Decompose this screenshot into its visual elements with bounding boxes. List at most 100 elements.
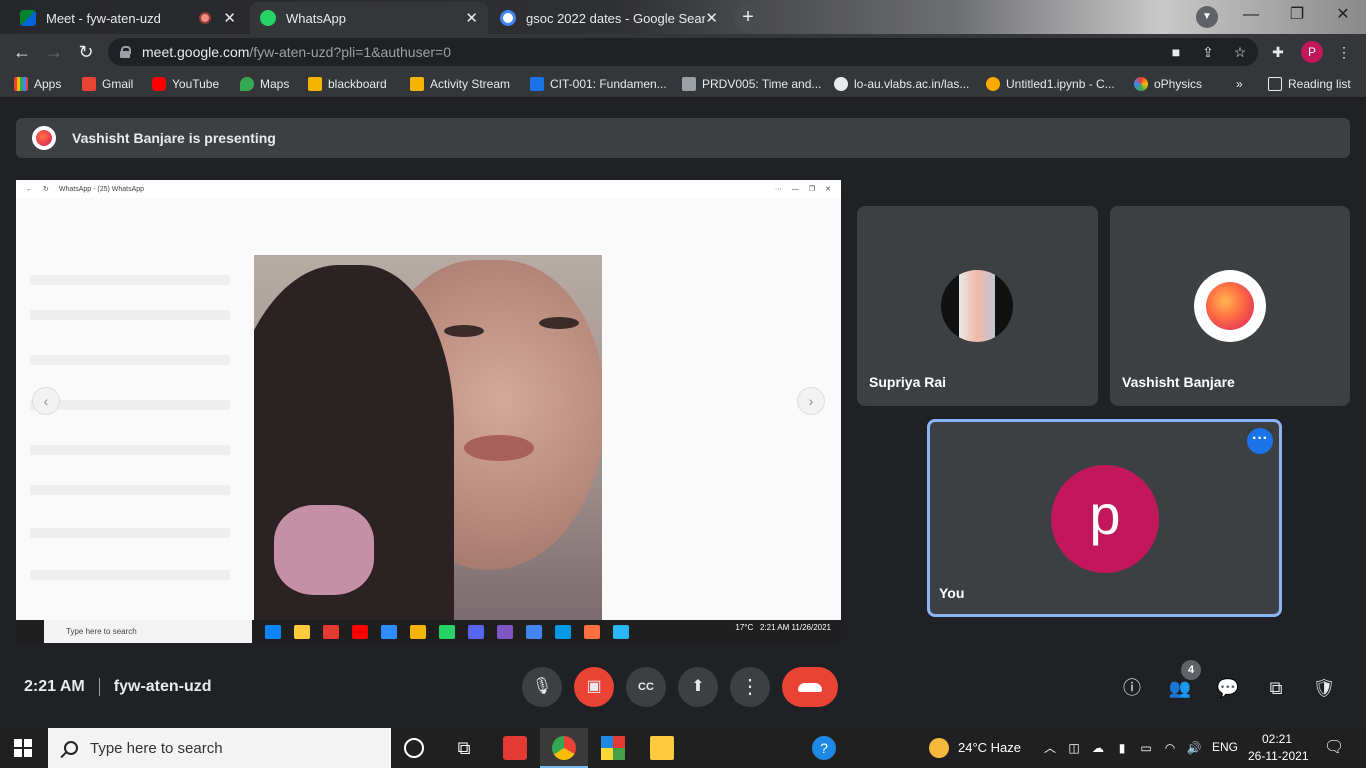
- bookmark-activity-stream[interactable]: Activity Stream: [410, 75, 510, 93]
- share-icon[interactable]: ⇪: [1198, 42, 1218, 62]
- meeting-info-icon[interactable]: ⓘ: [1120, 676, 1144, 700]
- participant-tile-you[interactable]: ··· p You: [927, 419, 1282, 617]
- reload-icon[interactable]: ↻: [74, 40, 98, 64]
- lion-logo-icon: [1206, 282, 1254, 330]
- reading-list-icon: [1268, 77, 1282, 91]
- divider: [98, 678, 100, 696]
- shared-screen[interactable]: ← ↻ WhatsApp - (25) WhatsApp ··· — ❐ ✕ ‹…: [16, 180, 841, 643]
- close-icon: ✕: [825, 186, 831, 193]
- chat-icon[interactable]: 💬: [1216, 676, 1240, 700]
- participant-tile-supriya[interactable]: Supriya Rai: [857, 206, 1098, 406]
- camera-off-button[interactable]: ▣: [574, 667, 614, 707]
- chevron-up-icon[interactable]: ︿: [1042, 740, 1058, 756]
- close-tab-icon[interactable]: ✕: [223, 9, 236, 27]
- more-options-icon[interactable]: ···: [1247, 428, 1273, 454]
- captions-icon: CC: [638, 681, 654, 693]
- bookmark-prdv005[interactable]: PRDV005: Time and...: [682, 75, 821, 93]
- maps-icon: [240, 77, 254, 91]
- avatar: [1194, 270, 1266, 342]
- faded-chat-row: [30, 275, 230, 285]
- help-icon[interactable]: ?: [812, 736, 836, 760]
- address-bar[interactable]: meet.google.com /fyw-aten-uzd?pli=1&auth…: [108, 38, 1258, 66]
- app-icon: [497, 624, 513, 639]
- close-tab-icon[interactable]: ✕: [465, 9, 478, 27]
- cortana-icon[interactable]: [404, 738, 424, 758]
- minimize-button[interactable]: —: [1228, 0, 1274, 32]
- wifi-icon[interactable]: ◠: [1162, 740, 1178, 756]
- participant-name: You: [939, 585, 965, 601]
- refresh-icon: ↻: [43, 186, 49, 193]
- bookmark-apps[interactable]: Apps: [14, 75, 61, 93]
- bookmark-gmail[interactable]: Gmail: [82, 75, 133, 93]
- ophysics-icon: [1134, 77, 1148, 91]
- weather-text[interactable]: 24°C Haze: [958, 740, 1021, 755]
- task-view-icon[interactable]: ⧉: [452, 736, 476, 760]
- microphone-tray-icon[interactable]: ▮: [1114, 740, 1130, 756]
- profile-avatar[interactable]: P: [1301, 41, 1323, 63]
- participant-name: Supriya Rai: [869, 374, 947, 390]
- bookmark-vlabs[interactable]: lo-au.vlabs.ac.in/las...: [834, 75, 969, 93]
- help-icon: [613, 624, 629, 639]
- tab-whatsapp[interactable]: WhatsApp ✕: [250, 2, 488, 34]
- windows-start-icon[interactable]: [14, 739, 32, 757]
- clock-date[interactable]: 26-11-2021: [1248, 749, 1309, 763]
- bookmarks-overflow-button[interactable]: »: [1236, 75, 1243, 93]
- close-window-button[interactable]: ✕: [1320, 0, 1366, 32]
- file-explorer-icon[interactable]: [650, 736, 674, 760]
- host-controls-icon[interactable]: 🛡: [1312, 676, 1336, 700]
- lock-icon[interactable]: [120, 46, 131, 58]
- cloud-icon[interactable]: ☁: [1090, 740, 1106, 756]
- bookmark-ophysics[interactable]: oPhysics: [1134, 75, 1202, 93]
- menu-kebab-icon[interactable]: ⋮: [1334, 42, 1354, 62]
- bookmark-star-icon[interactable]: ☆: [1230, 42, 1250, 62]
- leave-call-button[interactable]: [782, 667, 838, 707]
- volume-icon[interactable]: 🔊: [1186, 740, 1202, 756]
- colab-icon: [986, 77, 1000, 91]
- back-arrow-icon[interactable]: ←: [10, 40, 34, 64]
- more-options-button[interactable]: ⋮: [730, 667, 770, 707]
- weather-icon[interactable]: [929, 738, 949, 758]
- meeting-time: 2:21 AM: [24, 678, 85, 695]
- bookmarks-bar: Apps Gmail YouTube Maps blackboard Activ…: [0, 70, 1366, 98]
- tab-meet[interactable]: Meet - fyw-aten-uzd ✕: [10, 2, 246, 34]
- search-icon: [64, 741, 78, 755]
- forward-arrow-icon[interactable]: →: [42, 40, 66, 64]
- app-grid-icon[interactable]: [601, 736, 625, 760]
- tab-search-icon[interactable]: ▼: [1196, 6, 1218, 28]
- language-indicator[interactable]: ENG: [1212, 740, 1238, 754]
- bookmark-cit001[interactable]: CIT-001: Fundamen...: [530, 75, 667, 93]
- chrome-icon[interactable]: [552, 736, 576, 760]
- new-tab-button[interactable]: +: [734, 4, 762, 32]
- windows-taskbar: Type here to search ⧉ ? 24°C Haze ︿ ◫ ☁ …: [0, 728, 1366, 768]
- clock-time[interactable]: 02:21: [1262, 732, 1292, 746]
- taskbar-search-box[interactable]: Type here to search: [48, 728, 391, 768]
- shared-photo: [254, 255, 602, 620]
- bookmark-blackboard[interactable]: blackboard: [308, 75, 387, 93]
- present-now-button[interactable]: ⬆: [678, 667, 718, 707]
- shared-tray-time: 2:21 AM: [759, 623, 790, 632]
- bookmark-maps[interactable]: Maps: [240, 75, 289, 93]
- microphone-button[interactable]: 🎙: [522, 667, 562, 707]
- activities-icon[interactable]: ⧉: [1264, 676, 1288, 700]
- maximize-button[interactable]: ❐: [1274, 0, 1320, 32]
- battery-icon[interactable]: ▭: [1138, 740, 1154, 756]
- camera-in-use-icon[interactable]: ■: [1166, 42, 1186, 62]
- minimize-icon: —: [791, 185, 799, 193]
- app-icon[interactable]: [503, 736, 527, 760]
- camera-tray-icon[interactable]: ◫: [1066, 740, 1082, 756]
- browser-tab-strip: Meet - fyw-aten-uzd ✕ WhatsApp ✕ gsoc 20…: [0, 0, 1366, 34]
- bookmark-colab[interactable]: Untitled1.ipynb - C...: [986, 75, 1115, 93]
- extensions-icon[interactable]: ✚: [1268, 42, 1288, 62]
- folder-icon: [294, 624, 310, 639]
- meeting-code: fyw-aten-uzd: [113, 678, 212, 695]
- close-tab-icon[interactable]: ✕: [705, 9, 718, 27]
- bookmark-youtube[interactable]: YouTube: [152, 75, 219, 93]
- zoom-icon: [381, 624, 397, 639]
- tab-google-search[interactable]: gsoc 2022 dates - Google Search ✕: [490, 2, 728, 34]
- participant-tile-vashisht[interactable]: Vashisht Banjare: [1110, 206, 1350, 406]
- whatsapp-icon: [439, 624, 455, 639]
- reading-list-button[interactable]: Reading list: [1268, 75, 1351, 93]
- notifications-icon[interactable]: 🗨: [1324, 740, 1344, 756]
- captions-button[interactable]: CC: [626, 667, 666, 707]
- faded-chat-row: [30, 445, 230, 455]
